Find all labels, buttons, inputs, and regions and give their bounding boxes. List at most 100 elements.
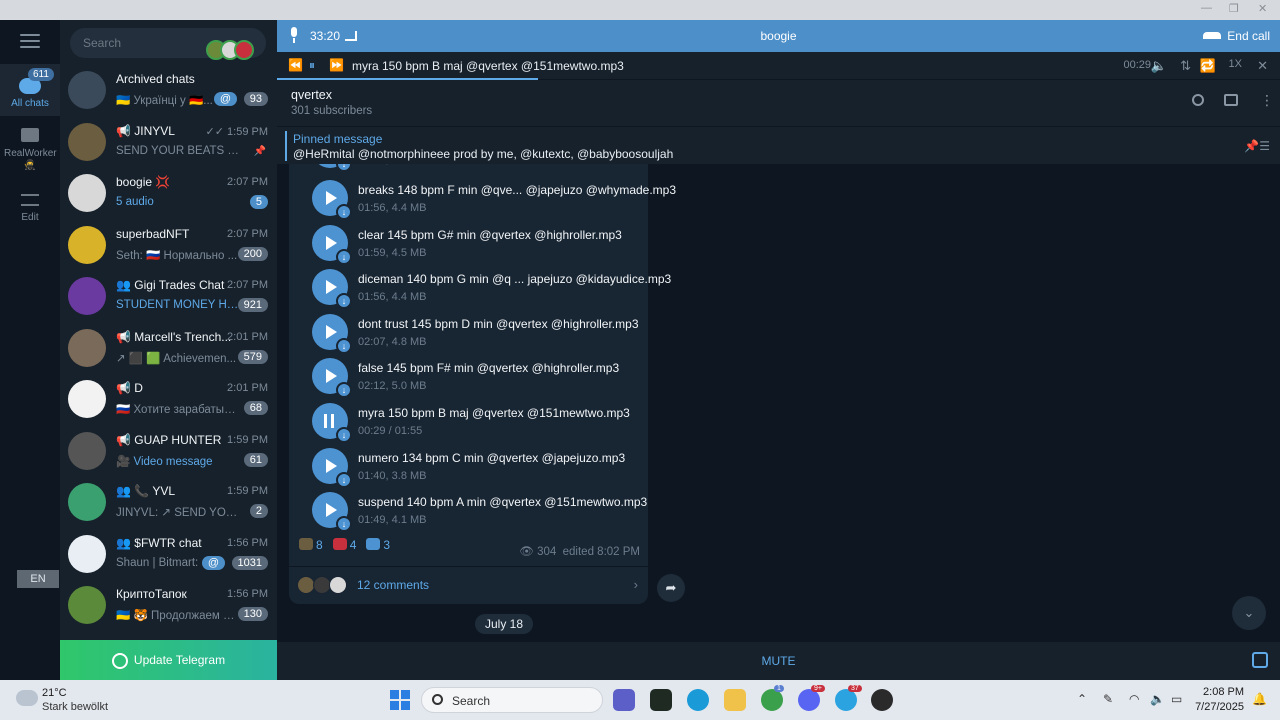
scroll-down-button[interactable]: ⌄	[1232, 596, 1266, 630]
chrome-icon[interactable]	[761, 689, 783, 711]
chat-list-item[interactable]: 👥 $FWTR chat 1:56 PM Shaun | Bitmart: ... @…	[60, 530, 277, 581]
taskbar-search[interactable]: Search	[421, 687, 603, 713]
message-bubble: ↓ 01:55, 4.3 MB ↓ breaks 148 bpm F min @qve…	[289, 164, 676, 604]
chat-name: superbadNFT	[116, 226, 190, 241]
pen-icon[interactable]: ✎	[1103, 692, 1113, 706]
reaction-chip[interactable]: 4	[332, 538, 356, 552]
app-icon[interactable]	[650, 689, 672, 711]
weather-icon[interactable]	[16, 690, 38, 706]
forward-icon: ➦	[665, 580, 677, 595]
folder-realworker[interactable]: RealWorker 🥷	[0, 124, 60, 176]
chevron-up-icon[interactable]: ⌃	[1077, 692, 1087, 706]
more-menu-icon[interactable]: ⋮	[1260, 92, 1274, 108]
chrome-badge: 1	[774, 685, 784, 692]
player-track-name[interactable]: myra 150 bpm B maj @qvertex @151mewtwo.m…	[352, 59, 624, 73]
update-telegram-button[interactable]: Update Telegram	[60, 640, 277, 680]
close-icon[interactable]: ✕	[1258, 2, 1267, 15]
download-icon[interactable]: ↓	[336, 471, 352, 488]
download-icon[interactable]: ↓	[336, 293, 352, 310]
taskbar-time[interactable]: 2:08 PM	[1203, 686, 1244, 698]
download-icon[interactable]: ↓	[336, 427, 352, 443]
folder-edit[interactable]: Edit	[0, 190, 60, 230]
pinned-list-icon[interactable]: 📌☰	[1244, 139, 1270, 153]
download-icon[interactable]: ↓	[336, 516, 352, 533]
end-call-button[interactable]: End call	[1203, 29, 1270, 43]
chat-header[interactable]: qvertex 301 subscribers ⋮	[277, 80, 1280, 126]
app-icon[interactable]	[871, 689, 893, 711]
pinned-message[interactable]: Pinned message @HeRmital @notmorphineee …	[277, 126, 1280, 164]
download-icon[interactable]: ↓	[336, 248, 352, 265]
chat-list-item[interactable]: КриптоТапок 1:56 PM 🇺🇦 🐯 Продолжаем ф... 13…	[60, 581, 277, 632]
edge-icon[interactable]	[687, 689, 709, 711]
audio-file-item[interactable]: ↓ false 145 bpm F# min @qvertex @highroll…	[301, 358, 641, 402]
audio-file-item[interactable]: ↓ diceman 140 bpm G min @q ... japejuzo @…	[301, 269, 671, 313]
telegram-icon[interactable]	[835, 689, 857, 711]
repeat-icon[interactable]: 🔁	[1200, 58, 1216, 74]
mute-button[interactable]: MUTE	[277, 654, 1280, 668]
download-icon[interactable]: ↓	[336, 164, 352, 172]
audio-file-meta: 01:59, 4.5 MB	[358, 246, 427, 259]
call-bar[interactable]: 33:20 boogie End call	[277, 20, 1280, 52]
teams-icon[interactable]	[613, 689, 635, 711]
minimize-icon[interactable]: —	[1201, 2, 1212, 14]
weather-temp[interactable]: 21°C	[42, 687, 67, 699]
gift-icon[interactable]	[1252, 652, 1268, 668]
previous-track-icon[interactable]: ⏪	[288, 58, 303, 72]
close-player-icon[interactable]: ✕	[1257, 58, 1268, 74]
weather-desc[interactable]: Stark bewölkt	[42, 701, 108, 713]
audio-file-item[interactable]: ↓ numero 134 bpm C min @qvertex @japejuzo…	[301, 447, 641, 492]
pause-icon[interactable]: ⏸	[309, 58, 315, 73]
audio-file-item[interactable]: ↓ 01:55, 4.3 MB	[301, 164, 641, 176]
chat-list-item[interactable]: 👥 📞 YVL 1:59 PM JINYVL: ↗ SEND YOUR BE... 2	[60, 478, 277, 529]
stories-avatars[interactable]	[206, 40, 254, 62]
audio-file-item[interactable]: ↓ breaks 148 bpm F min @qve... @japejuzo …	[301, 180, 676, 224]
audio-file-item[interactable]: ↓ dont trust 145 bpm D min @qvertex @high…	[301, 313, 641, 358]
file-explorer-icon[interactable]	[724, 689, 746, 711]
hamburger-menu-icon[interactable]	[20, 34, 40, 52]
search-icon[interactable]	[1192, 94, 1204, 106]
chat-list-item[interactable]: 📢 JINYVL✓✓ 1:59 PMSEND YOUR BEATS @jiny.…	[60, 118, 277, 169]
start-icon[interactable]	[390, 690, 410, 710]
battery-icon[interactable]: ▭	[1171, 692, 1182, 706]
audio-file-meta: 01:56, 4.4 MB	[358, 291, 427, 304]
archived-chats-item[interactable]: Archived chats 🇺🇦 Українці у 🇩🇪... @93	[60, 66, 277, 117]
download-icon[interactable]: ↓	[336, 204, 352, 220]
notification-icon[interactable]: 🔔	[1252, 692, 1267, 706]
chat-list-item[interactable]: 👥 Gigi Trades Chat 2:07 PM STUDENT MONEY H…	[60, 272, 277, 323]
story-avatar[interactable]	[234, 40, 254, 60]
comments-button[interactable]: 12 comments ›	[289, 566, 648, 604]
unread-badge: 921	[237, 298, 268, 312]
audio-file-item[interactable]: ↓ myra 150 bpm B maj @qvertex @151mewtwo.…	[301, 403, 641, 447]
reaction-chip[interactable]: 3	[366, 538, 390, 552]
search-input[interactable]: Search	[70, 28, 266, 60]
volume-icon[interactable]: 🔈	[1151, 58, 1167, 74]
download-icon[interactable]: ↓	[336, 337, 352, 354]
share-button[interactable]: ➦	[657, 574, 685, 602]
chat-list-item[interactable]: superbadNFT 2:07 PM Seth: 🇷🇺 Нормально ...…	[60, 221, 277, 272]
chat-list-item[interactable]: boogie 💢 2:07 PM 5 audio 5	[60, 169, 277, 220]
language-indicator[interactable]: EN	[17, 570, 59, 588]
next-track-icon[interactable]: ⏩	[329, 58, 344, 72]
chat-name: Archived chats	[116, 72, 195, 86]
chat-list-item[interactable]: 📢 D 2:01 PM 🇷🇺 Хотите зарабатыва... 68	[60, 375, 277, 426]
chat-list-item[interactable]: 📢 Marcell's Trench... 2:01 PM ↗ ⬛ 🟩 Achiev…	[60, 324, 277, 375]
download-icon[interactable]: ↓	[336, 382, 352, 399]
chat-list-item[interactable]: 📢 GUAP HUNTER 1:59 PM 🎥 Video message 61	[60, 427, 277, 478]
speed-button[interactable]: 1X	[1229, 58, 1242, 70]
chat-title: qvertex	[291, 88, 332, 102]
reaction-emoji-icon	[366, 538, 381, 550]
audio-file-item[interactable]: ↓ suspend 140 bpm A min @qvertex @151mewt…	[301, 492, 647, 536]
wifi-icon[interactable]: ◠	[1129, 692, 1139, 706]
discord-icon[interactable]	[798, 689, 820, 711]
folder-all-chats[interactable]: 611 All chats	[0, 64, 60, 116]
restore-icon[interactable]: ❐	[1229, 2, 1239, 15]
unread-badge: 61	[243, 452, 268, 467]
taskbar-date[interactable]: 7/27/2025	[1195, 701, 1244, 713]
audio-file-item[interactable]: ↓ clear 145 bpm G# min @qvertex @highroll…	[301, 224, 641, 269]
sidebar-toggle-icon[interactable]	[1224, 94, 1238, 106]
volume-icon[interactable]: 🔈	[1150, 692, 1165, 706]
reaction-chip[interactable]: 8	[299, 538, 323, 552]
order-icon[interactable]: ⇅	[1180, 58, 1191, 74]
folders-rail: 611 All chats RealWorker 🥷 Edit EN	[0, 20, 60, 680]
chat-name: 👥 $FWTR chat	[116, 535, 202, 550]
